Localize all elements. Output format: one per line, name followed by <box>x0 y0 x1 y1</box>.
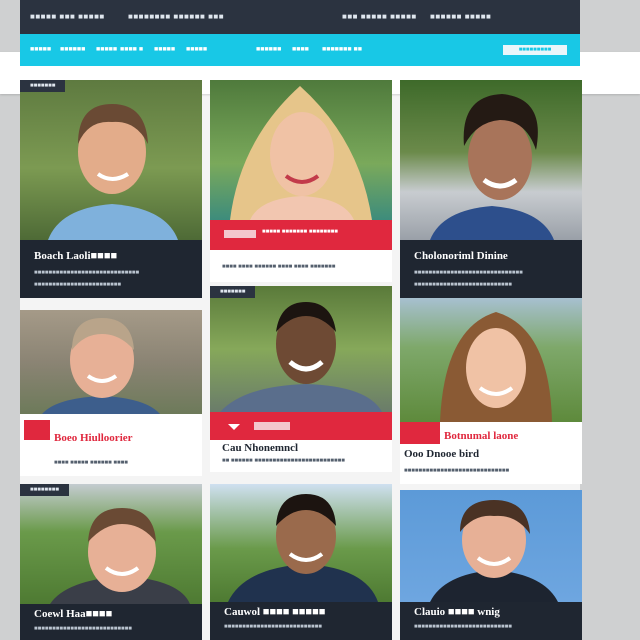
card-caption: Cau Nhonemncl ■■ ■■■■■■ ■■■■■■■■■■■■■■■■… <box>210 440 392 472</box>
card-name: Ooo Dnooe bird <box>404 448 480 460</box>
card-line: ■■■■■■■■■■■■■■■■■■■■■■■■■■■■■■ <box>414 270 523 276</box>
card-photo <box>20 310 202 414</box>
card-caption: Coewl Haa■■■■ ■■■■■■■■■■■■■■■■■■■■■■■■■■… <box>20 604 202 640</box>
card-photo: ■■■■■■■■ <box>20 484 202 604</box>
card-red-text: ■■■■■ ■■■■■■■ ■■■■■■■■ <box>262 229 338 235</box>
nav-item-3[interactable]: ■■■■■ <box>96 46 117 53</box>
card-line: ■■■■■■■■■■■■■■■■■■■■■■■■■■■ <box>414 624 512 630</box>
card-caption: ■■■■ ■■■■ ■■■■■■ ■■■■ ■■■■ ■■■■■■■ <box>210 250 392 282</box>
nav-item-6[interactable]: ■■■■■ <box>186 46 207 53</box>
card-photo <box>210 484 392 602</box>
card-subtext: ■■■■ ■■■■■ ■■■■■■ ■■■■ <box>54 460 128 466</box>
person-portrait <box>430 94 554 240</box>
card-name: Clauio ■■■■ wnig <box>414 606 500 618</box>
profile-card-9[interactable]: Clauio ■■■■ wnig ■■■■■■■■■■■■■■■■■■■■■■■… <box>400 490 582 640</box>
nav-item-7[interactable]: ■■■■■■ <box>256 46 281 53</box>
card-subtext: ■■■■■■■■■■■■■■■■■■■■■■■■■■■■■ <box>404 468 510 474</box>
card-photo <box>400 298 582 422</box>
topbar-text-2[interactable]: ■■■■■■■■ ■■■■■■ ■■■ <box>128 12 224 21</box>
card-name-red: Botnumal laone <box>444 430 519 442</box>
person-portrait <box>430 500 558 602</box>
card-caption: Botnumal laone Ooo Dnooe bird ■■■■■■■■■■… <box>400 422 582 484</box>
nav-item-1[interactable]: ■■■■■ <box>30 46 51 53</box>
card-name: Cauwol ■■■■ ■■■■■ <box>224 606 326 618</box>
profile-card-7[interactable]: ■■■■■■■■ Coewl Haa■■■■ ■■■■■■■■■■■■■■■■■… <box>20 484 202 640</box>
person-portrait <box>440 312 552 422</box>
card-subtext: ■■■■ ■■■■ ■■■■■■ ■■■■ ■■■■ ■■■■■■■ <box>222 264 336 270</box>
card-pill <box>224 230 256 238</box>
card-pill <box>254 422 290 430</box>
card-line: ■■■■■■■■■■■■■■■■■■■■■■■■■■■ <box>414 282 512 288</box>
card-name: Cholonoriml Dinine <box>414 250 508 262</box>
card-line: ■■■■■■■■■■■■■■■■■■■■■■■■ <box>34 282 121 288</box>
nav-bar: ■■■■■ ■■■■■■ ■■■■■ ■■■■ ■ ■■■■■ ■■■■■ ■■… <box>20 34 580 66</box>
topbar-text-3[interactable]: ■■■ ■■■■■ ■■■■■ <box>342 12 417 21</box>
card-tag: ■■■■■■■■ <box>20 484 69 496</box>
card-red-mark <box>24 420 50 440</box>
profile-card-3[interactable]: Cholonoriml Dinine ■■■■■■■■■■■■■■■■■■■■■… <box>400 80 582 298</box>
topbar-text-1[interactable]: ■■■■■ ■■■ ■■■■■ <box>30 12 105 21</box>
person-portrait <box>230 86 372 220</box>
card-name: Boeo Hiulloorier <box>54 432 133 444</box>
card-red-band <box>210 412 392 440</box>
card-subtext: ■■ ■■■■■■ ■■■■■■■■■■■■■■■■■■■■■■■■■ <box>222 458 345 464</box>
card-caption: Boeo Hiulloorier ■■■■ ■■■■■ ■■■■■■ ■■■■ <box>20 414 202 476</box>
person-portrait <box>220 302 382 412</box>
profile-card-6[interactable]: Botnumal laone Ooo Dnooe bird ■■■■■■■■■■… <box>400 298 582 484</box>
card-tag: ■■■■■■■ <box>210 286 256 298</box>
card-name: Coewl Haa■■■■ <box>34 608 113 620</box>
card-line: ■■■■■■■■■■■■■■■■■■■■■■■■■■■■■ <box>34 270 140 276</box>
person-portrait <box>48 104 178 240</box>
card-name: Boach Laoli■■■■ <box>34 250 118 262</box>
profile-card-4[interactable]: Boeo Hiulloorier ■■■■ ■■■■■ ■■■■■■ ■■■■ <box>20 310 202 476</box>
nav-item-4[interactable]: ■■■■ ■ <box>120 46 143 53</box>
topbar-text-4[interactable]: ■■■■■■ ■■■■■ <box>430 12 491 21</box>
profile-card-5[interactable]: ■■■■■■■ Cau Nhonemncl ■■ ■■■■■■ ■■■■■■■■… <box>210 286 392 472</box>
card-name: Cau Nhonemncl <box>222 442 299 454</box>
nav-item-2[interactable]: ■■■■■■ <box>60 46 85 53</box>
person-portrait <box>42 318 160 414</box>
card-red-mark <box>400 422 440 444</box>
chevron-down-icon <box>228 424 240 430</box>
profile-card-1[interactable]: ■■■■■■■ Boach Laoli■■■■ ■■■■■■■■■■■■■■■■… <box>20 80 202 298</box>
card-photo <box>210 80 392 220</box>
profile-card-2[interactable]: ■■■■■ ■■■■■■■ ■■■■■■■■ ■■■■ ■■■■ ■■■■■■ … <box>210 80 392 282</box>
card-red-band: ■■■■■ ■■■■■■■ ■■■■■■■■ <box>210 220 392 250</box>
profile-card-8[interactable]: Cauwol ■■■■ ■■■■■ ■■■■■■■■■■■■■■■■■■■■■■… <box>210 484 392 640</box>
card-photo: ■■■■■■■ <box>210 286 392 412</box>
person-portrait <box>228 494 378 602</box>
card-line: ■■■■■■■■■■■■■■■■■■■■■■■■■■■ <box>34 626 132 632</box>
card-line: ■■■■■■■■■■■■■■■■■■■■■■■■■■■ <box>224 624 322 630</box>
nav-item-5[interactable]: ■■■■■ <box>154 46 175 53</box>
top-bar: ■■■■■ ■■■ ■■■■■ ■■■■■■■■ ■■■■■■ ■■■ ■■■ … <box>20 0 580 34</box>
nav-cta-button[interactable]: ■■■■■■■■■ <box>503 45 567 55</box>
card-caption: Clauio ■■■■ wnig ■■■■■■■■■■■■■■■■■■■■■■■… <box>400 602 582 640</box>
card-caption: Cholonoriml Dinine ■■■■■■■■■■■■■■■■■■■■■… <box>400 240 582 298</box>
nav-item-8[interactable]: ■■■■ <box>292 46 309 53</box>
person-portrait <box>50 508 190 604</box>
nav-item-9[interactable]: ■■■■■■■ ■■ <box>322 46 362 53</box>
card-tag: ■■■■■■■ <box>20 80 66 92</box>
card-photo <box>400 80 582 240</box>
card-photo <box>400 490 582 602</box>
card-caption: Boach Laoli■■■■ ■■■■■■■■■■■■■■■■■■■■■■■■… <box>20 240 202 298</box>
card-caption: Cauwol ■■■■ ■■■■■ ■■■■■■■■■■■■■■■■■■■■■■… <box>210 602 392 640</box>
card-photo: ■■■■■■■ <box>20 80 202 240</box>
